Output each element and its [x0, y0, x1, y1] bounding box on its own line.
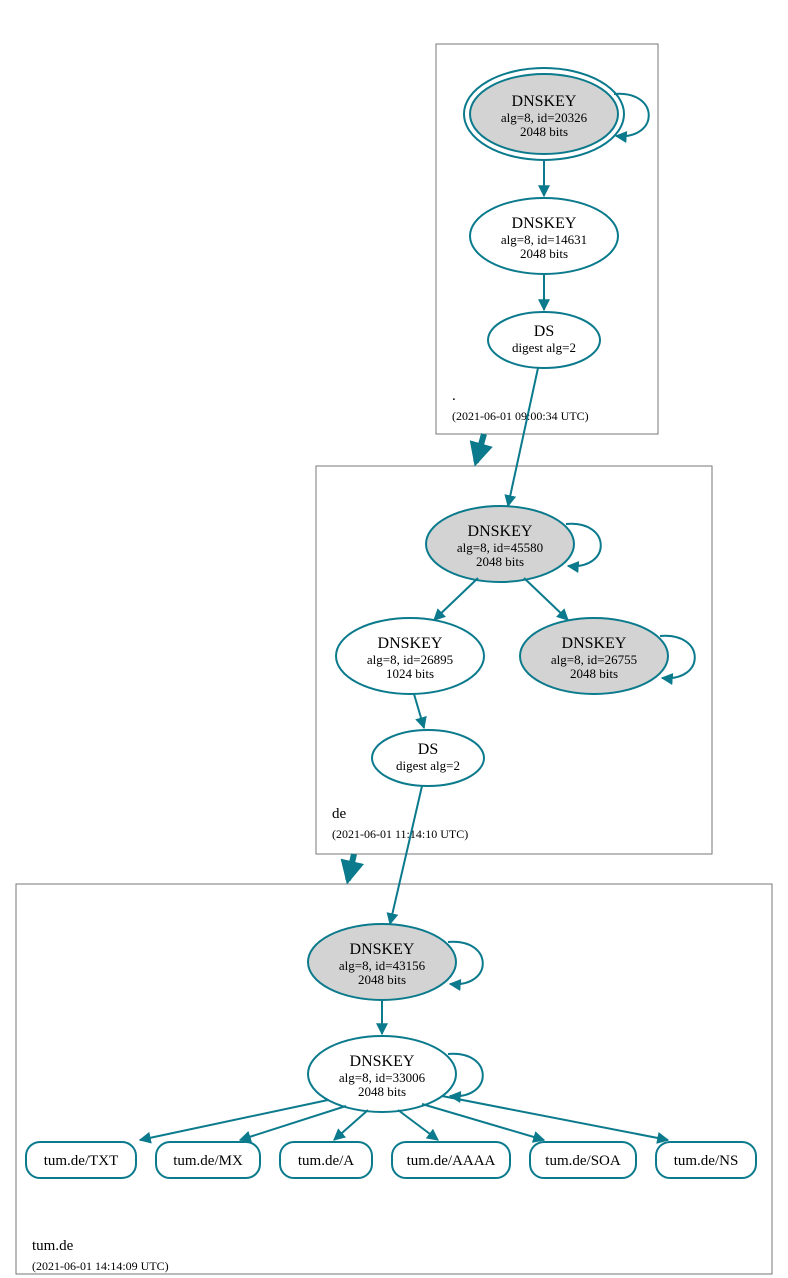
svg-text:DS: DS — [534, 323, 554, 340]
svg-text:digest alg=2: digest alg=2 — [512, 340, 576, 355]
svg-text:DNSKEY: DNSKEY — [350, 941, 415, 958]
svg-text:DNSKEY: DNSKEY — [512, 93, 577, 110]
edge-tum-zsk-ns — [442, 1096, 668, 1140]
record-a: tum.de/A — [280, 1142, 372, 1178]
svg-text:2048 bits: 2048 bits — [520, 124, 568, 139]
svg-text:alg=8, id=26755: alg=8, id=26755 — [551, 652, 637, 667]
zone-date-root: (2021-06-01 09:00:34 UTC) — [452, 409, 589, 423]
svg-text:tum.de/A: tum.de/A — [298, 1153, 354, 1169]
record-soa: tum.de/SOA — [530, 1142, 636, 1178]
svg-text:tum.de/TXT: tum.de/TXT — [44, 1153, 119, 1169]
svg-text:DNSKEY: DNSKEY — [468, 523, 533, 540]
svg-text:alg=8, id=33006: alg=8, id=33006 — [339, 1070, 426, 1085]
svg-text:2048 bits: 2048 bits — [358, 972, 406, 987]
node-tum-zsk: DNSKEY alg=8, id=33006 2048 bits — [308, 1036, 456, 1112]
edge-de-ksk-key2 — [524, 578, 568, 620]
record-aaaa: tum.de/AAAA — [392, 1142, 510, 1178]
svg-text:digest alg=2: digest alg=2 — [396, 758, 460, 773]
node-de-zsk: DNSKEY alg=8, id=26895 1024 bits — [336, 618, 484, 694]
svg-text:alg=8, id=20326: alg=8, id=20326 — [501, 110, 588, 125]
svg-text:alg=8, id=14631: alg=8, id=14631 — [501, 232, 587, 247]
svg-text:DNSKEY: DNSKEY — [512, 215, 577, 232]
svg-text:DNSKEY: DNSKEY — [350, 1053, 415, 1070]
zone-date-tum: (2021-06-01 14:14:09 UTC) — [32, 1259, 169, 1273]
svg-text:DNSKEY: DNSKEY — [378, 635, 443, 652]
node-root-ds: DS digest alg=2 — [488, 312, 600, 368]
record-ns: tum.de/NS — [656, 1142, 756, 1178]
svg-text:2048 bits: 2048 bits — [570, 666, 618, 681]
svg-text:1024 bits: 1024 bits — [386, 666, 434, 681]
svg-text:tum.de/NS: tum.de/NS — [674, 1153, 739, 1169]
svg-text:alg=8, id=26895: alg=8, id=26895 — [367, 652, 453, 667]
svg-text:tum.de/SOA: tum.de/SOA — [545, 1153, 621, 1169]
node-de-ksk: DNSKEY alg=8, id=45580 2048 bits — [426, 506, 574, 582]
node-tum-ksk: DNSKEY alg=8, id=43156 2048 bits — [308, 924, 456, 1000]
svg-text:tum.de/MX: tum.de/MX — [173, 1153, 243, 1169]
node-de-ds: DS digest alg=2 — [372, 730, 484, 786]
record-txt: tum.de/TXT — [26, 1142, 136, 1178]
svg-text:2048 bits: 2048 bits — [358, 1084, 406, 1099]
edge-de-ksk-zsk — [434, 578, 478, 620]
edge-zone-root-de — [476, 434, 484, 462]
edge-tum-zsk-a — [334, 1110, 368, 1140]
edge-tum-zsk-mx — [240, 1106, 346, 1140]
edge-de-zsk-ds — [414, 694, 424, 728]
svg-text:2048 bits: 2048 bits — [476, 554, 524, 569]
record-mx: tum.de/MX — [156, 1142, 260, 1178]
svg-text:alg=8, id=45580: alg=8, id=45580 — [457, 540, 543, 555]
edge-zone-de-tum — [348, 854, 354, 880]
svg-text:DS: DS — [418, 741, 438, 758]
zone-label-de: de — [332, 806, 347, 822]
svg-text:DNSKEY: DNSKEY — [562, 635, 627, 652]
edge-tum-zsk-aaaa — [398, 1110, 438, 1140]
node-root-ksk: DNSKEY alg=8, id=20326 2048 bits — [464, 68, 624, 160]
zone-label-tum: tum.de — [32, 1238, 74, 1254]
node-root-zsk: DNSKEY alg=8, id=14631 2048 bits — [470, 198, 618, 274]
zone-date-de: (2021-06-01 11:14:10 UTC) — [332, 827, 468, 841]
dnssec-graph: . (2021-06-01 09:00:34 UTC) de (2021-06-… — [0, 0, 788, 1278]
edge-root-ds-de-ksk — [508, 368, 538, 506]
edge-de-ds-tum-ksk — [390, 786, 422, 924]
node-de-key2: DNSKEY alg=8, id=26755 2048 bits — [520, 618, 668, 694]
edge-tum-zsk-soa — [422, 1104, 544, 1140]
svg-text:alg=8, id=43156: alg=8, id=43156 — [339, 958, 426, 973]
svg-text:2048 bits: 2048 bits — [520, 246, 568, 261]
svg-text:tum.de/AAAA: tum.de/AAAA — [407, 1153, 496, 1169]
zone-label-root: . — [452, 388, 456, 404]
